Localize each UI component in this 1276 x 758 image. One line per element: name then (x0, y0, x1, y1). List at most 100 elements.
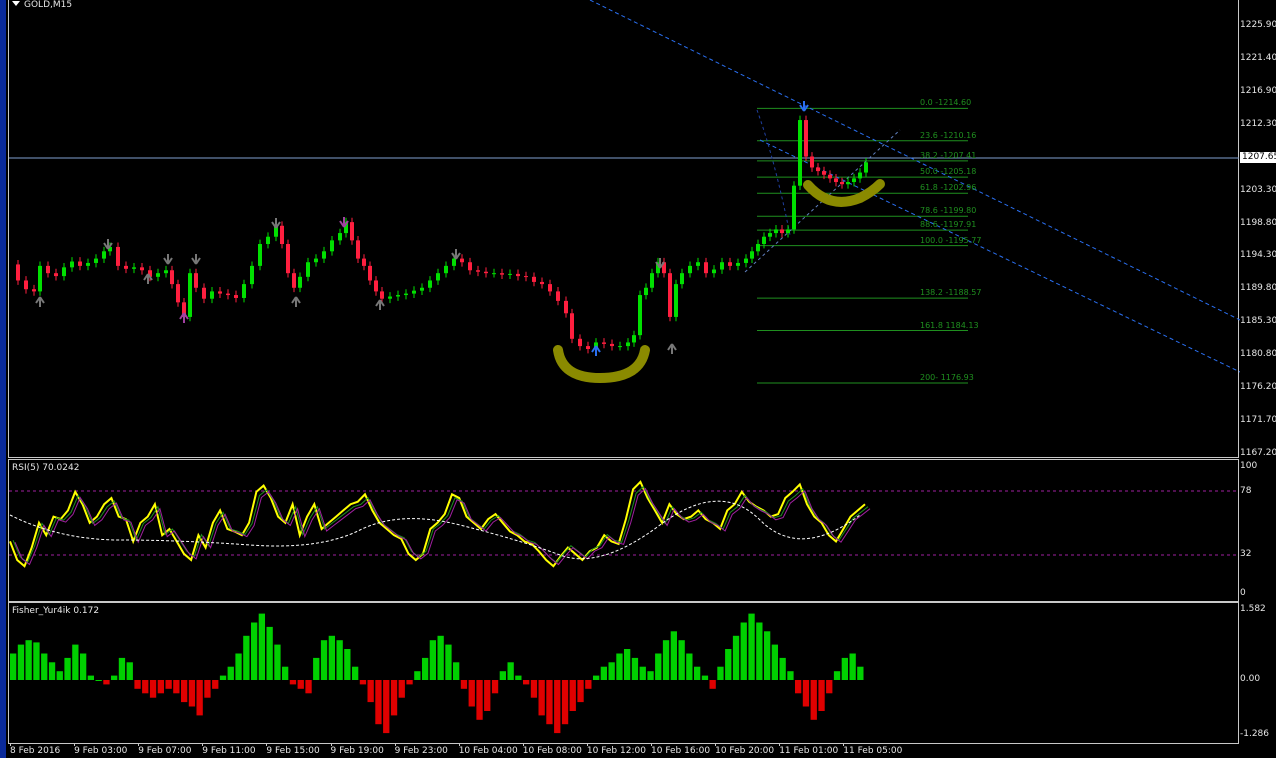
candle-body (266, 236, 270, 245)
fibonacci-level-label: 138.2 -1188.57 (920, 288, 982, 298)
fisher-bar (375, 680, 382, 725)
fisher-bar (499, 671, 506, 680)
candle-body (564, 300, 568, 314)
candle-body (32, 289, 36, 292)
fisher-bar (468, 680, 475, 707)
candle-body (140, 267, 144, 271)
fisher-bar (701, 675, 709, 680)
candle-body (362, 258, 366, 266)
symbol-label[interactable]: GOLD,M15 (12, 0, 72, 10)
fisher-bar (274, 644, 281, 680)
fisher-bar (694, 666, 701, 680)
fisher-bar (678, 640, 685, 680)
fisher-bar (297, 680, 304, 689)
fisher-bar (87, 675, 94, 680)
fisher-bar (748, 613, 755, 680)
candle-body (650, 273, 654, 288)
fisher-bar (771, 644, 778, 680)
candle-body (852, 178, 856, 183)
candle-body (476, 270, 480, 272)
candle-body (298, 276, 302, 288)
price-tick-label: 1225.90 (1240, 20, 1276, 30)
candle-body (286, 244, 290, 274)
candle-body (524, 276, 528, 278)
candle-body (86, 262, 90, 266)
time-tick-label: 9 Feb 19:00 (330, 746, 384, 756)
candle-body (586, 346, 590, 350)
fisher-tick-label: -1.286 (1240, 729, 1270, 739)
candle-body (46, 265, 50, 274)
candle-body (356, 240, 360, 259)
candle-body (798, 120, 802, 186)
fisher-bar (445, 644, 452, 680)
candle-body (420, 287, 424, 291)
candle-body (102, 251, 106, 259)
candle-body (668, 273, 672, 317)
fisher-bar (103, 680, 110, 685)
time-tick-label: 11 Feb 01:00 (779, 746, 839, 756)
fibonacci-level-label: 200- 1176.93 (920, 373, 974, 383)
fisher-bar (655, 653, 662, 680)
rsi-tick-label: 0 (1240, 588, 1246, 598)
fisher-bar (266, 626, 273, 680)
price-scale[interactable]: 1225.90 1221.40 1216.90 1212.30 1203.30 1198.… (1240, 0, 1276, 458)
fisher-bar (631, 657, 639, 680)
candle-body (638, 295, 642, 336)
candle-body (696, 262, 700, 266)
candle-body (350, 222, 354, 241)
rsi-signal-green (12, 485, 869, 564)
fisher-bar (328, 635, 335, 680)
candle-body (280, 225, 284, 245)
dropdown-triangle-icon[interactable] (12, 1, 20, 6)
time-tick-label: 10 Feb 20:00 (715, 746, 775, 756)
time-axis[interactable]: 8 Feb 2016 9 Feb 03:00 9 Feb 07:00 9 Feb 11… (8, 743, 1240, 758)
fisher-bar (554, 680, 561, 734)
fractal-down-arrow-icon (163, 254, 173, 265)
fisher-bar (142, 680, 149, 694)
fisher-bar (95, 680, 102, 681)
fisher-label: Fisher_Yur4ik 0.172 (12, 606, 100, 616)
candle-body (712, 269, 716, 274)
fisher-bar (530, 680, 538, 698)
fisher-bar (779, 657, 786, 680)
candle-body (202, 287, 206, 299)
candle-body (124, 265, 128, 269)
candle-body (556, 291, 560, 301)
candle-body (680, 273, 684, 285)
fisher-bar (188, 680, 196, 707)
candle-body (234, 295, 238, 298)
fisher-bar (546, 680, 553, 725)
fisher-bar (149, 680, 157, 698)
time-tick-label: 8 Feb 2016 (10, 746, 61, 756)
candle-body (626, 342, 630, 347)
fisher-bar (507, 662, 514, 680)
fisher-bar (849, 653, 856, 680)
fisher-bar (219, 675, 227, 680)
candle-body (388, 296, 392, 299)
fisher-bar (227, 666, 234, 680)
candle-body (412, 290, 416, 294)
fibonacci-level-label: 161.8 1184.13 (920, 320, 979, 330)
fisher-bar (422, 657, 429, 680)
candle-body (822, 171, 826, 175)
price-tick-label: 1180.80 (1240, 348, 1276, 359)
time-tick-label: 9 Feb 11:00 (202, 746, 256, 756)
candle-body (374, 280, 378, 292)
candle-body (846, 182, 850, 185)
fisher-bar (243, 635, 250, 680)
candle-body (176, 284, 180, 303)
candle-body (94, 258, 98, 263)
candle-body (226, 293, 230, 296)
price-tick-label: 1198.80 (1240, 217, 1276, 228)
candle-body (762, 236, 766, 245)
price-tick-label: 1216.90 (1240, 85, 1276, 96)
candle-body (188, 273, 192, 317)
fisher-bar (561, 680, 569, 725)
fisher-bar (717, 666, 724, 680)
highlight-low-marker (553, 345, 650, 384)
rsi-tick-label: 78 (1240, 486, 1252, 496)
fisher-bar (320, 640, 328, 680)
fisher-bar (538, 680, 545, 716)
fisher-bar (624, 649, 631, 680)
fisher-bar (352, 666, 359, 680)
